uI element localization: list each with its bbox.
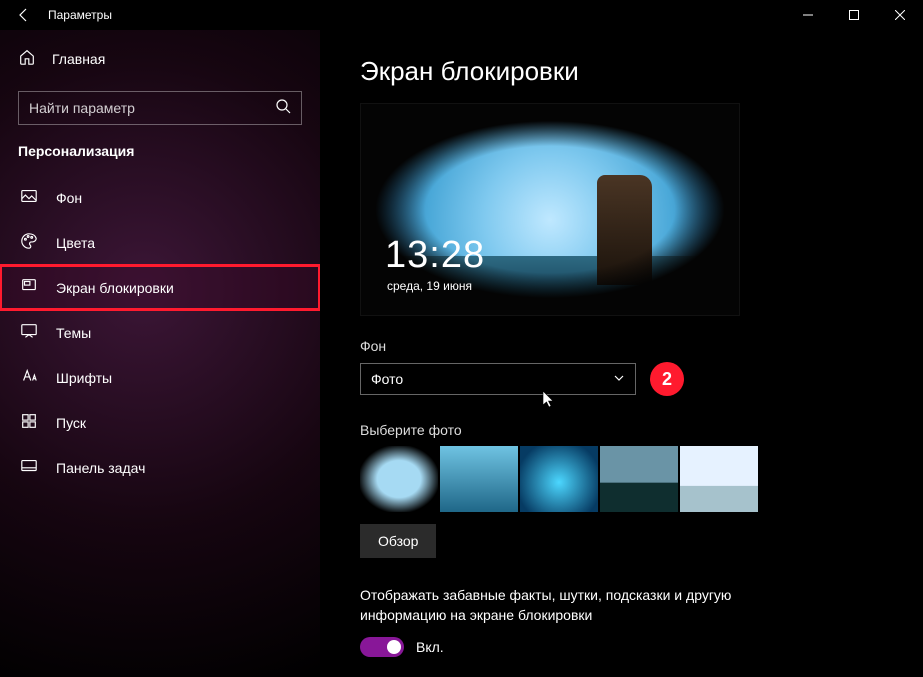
titlebar: Параметры bbox=[0, 0, 923, 30]
home-link[interactable]: Главная bbox=[0, 40, 320, 77]
background-dropdown[interactable]: Фото bbox=[360, 363, 636, 395]
photo-thumbnails bbox=[360, 446, 883, 512]
choose-photo-label: Выберите фото bbox=[360, 422, 883, 438]
thumbnail[interactable] bbox=[520, 446, 598, 512]
thumbnail[interactable] bbox=[440, 446, 518, 512]
sidebar-item-start[interactable]: Пуск bbox=[0, 400, 320, 445]
sidebar: Главная Персонализация Фон Цвета bbox=[0, 30, 320, 677]
sidebar-item-label: Панель задач bbox=[56, 460, 145, 476]
sidebar-item-label: Пуск bbox=[56, 415, 86, 431]
sidebar-item-taskbar[interactable]: Панель задач bbox=[0, 445, 320, 490]
sidebar-item-label: Фон bbox=[56, 190, 82, 206]
tips-toggle-description: Отображать забавные факты, шутки, подска… bbox=[360, 586, 800, 625]
sidebar-item-lockscreen[interactable]: Экран блокировки bbox=[0, 265, 320, 310]
home-label: Главная bbox=[52, 51, 105, 67]
browse-button[interactable]: Обзор bbox=[360, 524, 436, 558]
lockscreen-icon bbox=[20, 277, 38, 298]
main-content: Экран блокировки 13:28 среда, 19 июня Фо… bbox=[320, 30, 923, 677]
taskbar-icon bbox=[20, 457, 38, 478]
search-input[interactable] bbox=[29, 100, 275, 116]
sidebar-item-themes[interactable]: Темы bbox=[0, 310, 320, 355]
sidebar-item-fonts[interactable]: Шрифты bbox=[0, 355, 320, 400]
thumbnail[interactable] bbox=[680, 446, 758, 512]
section-title: Персонализация bbox=[0, 143, 320, 175]
thumbnail[interactable] bbox=[600, 446, 678, 512]
thumbnail[interactable] bbox=[360, 446, 438, 512]
dropdown-value: Фото bbox=[371, 371, 403, 387]
close-button[interactable] bbox=[877, 0, 923, 30]
sidebar-item-label: Экран блокировки bbox=[56, 280, 174, 296]
background-label: Фон bbox=[360, 338, 883, 354]
home-icon bbox=[18, 48, 36, 69]
maximize-button[interactable] bbox=[831, 0, 877, 30]
minimize-button[interactable] bbox=[785, 0, 831, 30]
sidebar-item-label: Цвета bbox=[56, 235, 95, 251]
search-icon bbox=[275, 98, 291, 119]
sidebar-item-label: Темы bbox=[56, 325, 91, 341]
sidebar-item-label: Шрифты bbox=[56, 370, 112, 386]
picture-icon bbox=[20, 187, 38, 208]
preview-time: 13:28 bbox=[385, 234, 485, 277]
lockscreen-preview: 13:28 среда, 19 июня bbox=[360, 103, 740, 316]
font-icon bbox=[20, 367, 38, 388]
sidebar-item-colors[interactable]: Цвета bbox=[0, 220, 320, 265]
sidebar-item-background[interactable]: Фон bbox=[0, 175, 320, 220]
callout-badge: 2 bbox=[650, 362, 684, 396]
toggle-state-label: Вкл. bbox=[416, 639, 444, 655]
brush-icon bbox=[20, 322, 38, 343]
page-title: Экран блокировки bbox=[360, 56, 883, 87]
start-icon bbox=[20, 412, 38, 433]
search-box[interactable] bbox=[18, 91, 302, 125]
preview-date: среда, 19 июня bbox=[387, 279, 472, 293]
palette-icon bbox=[20, 232, 38, 253]
back-button[interactable] bbox=[0, 7, 48, 23]
window-title: Параметры bbox=[48, 8, 785, 22]
chevron-down-icon bbox=[613, 371, 625, 387]
tips-toggle[interactable] bbox=[360, 637, 404, 657]
cursor-icon bbox=[542, 390, 556, 413]
